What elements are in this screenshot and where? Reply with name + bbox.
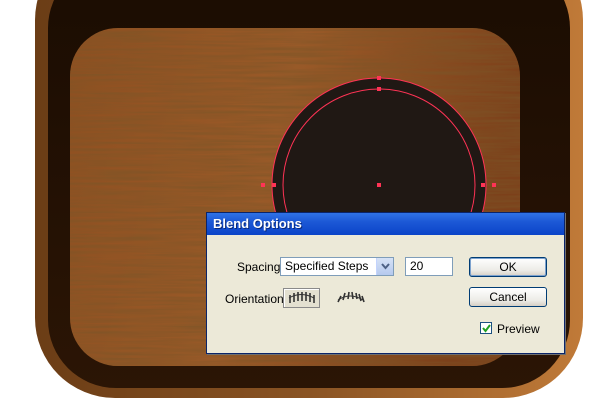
orientation-align-page-button[interactable] — [283, 288, 320, 308]
steps-input[interactable]: 20 — [405, 257, 453, 276]
preview-label: Preview — [497, 322, 540, 336]
spacing-select-value: Specified Steps — [285, 259, 369, 273]
spacing-dropdown-button[interactable] — [376, 258, 393, 275]
checkmark-icon — [482, 324, 491, 333]
align-to-path-icon — [337, 291, 365, 303]
chevron-down-icon — [381, 263, 390, 270]
spacing-label: Spacing: — [237, 260, 284, 274]
preview-checkbox[interactable] — [480, 322, 492, 334]
orientation-align-path-button[interactable] — [333, 288, 370, 308]
blend-options-dialog: Blend Options Spacing: Specified Steps 2… — [206, 212, 565, 354]
align-to-page-icon — [288, 292, 315, 303]
spacing-select[interactable]: Specified Steps — [280, 257, 394, 276]
orientation-label: Orientation: — [225, 292, 288, 306]
cancel-button[interactable]: Cancel — [469, 287, 547, 307]
dialog-title: Blend Options — [207, 213, 564, 235]
ok-button[interactable]: OK — [469, 257, 547, 277]
